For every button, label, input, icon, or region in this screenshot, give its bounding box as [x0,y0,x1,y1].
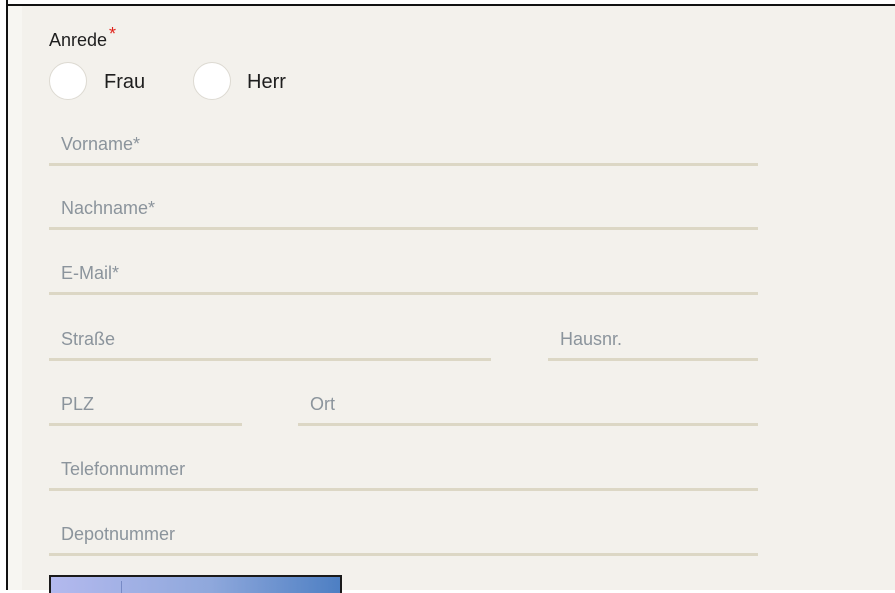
first-name-field [49,126,758,166]
salutation-label: Anrede * [49,24,116,51]
last-name-input[interactable] [49,190,758,227]
postal-code-input[interactable] [49,386,242,423]
street-input[interactable] [49,321,491,358]
required-marker: * [109,24,117,44]
first-name-input[interactable] [49,126,758,163]
city-input[interactable] [298,386,758,423]
radio-label-frau[interactable]: Frau [104,71,145,94]
phone-input[interactable] [49,451,758,488]
salutation-label-text: Anrede [49,30,108,50]
phone-field [49,451,758,491]
captcha-image-detail [121,581,122,593]
radio-herr[interactable] [193,62,231,100]
city-field [298,386,758,426]
last-name-field [49,190,758,230]
email-input[interactable] [49,255,758,292]
depot-number-field [49,516,758,556]
radio-label-herr[interactable]: Herr [247,71,286,94]
captcha-image [49,575,342,593]
house-number-input[interactable] [548,321,758,358]
house-number-field [548,321,758,361]
depot-number-input[interactable] [49,516,758,553]
form-left-strip [8,6,22,590]
postal-code-field [49,386,242,426]
street-field [49,321,491,361]
email-field [49,255,758,295]
radio-frau[interactable] [49,62,87,100]
